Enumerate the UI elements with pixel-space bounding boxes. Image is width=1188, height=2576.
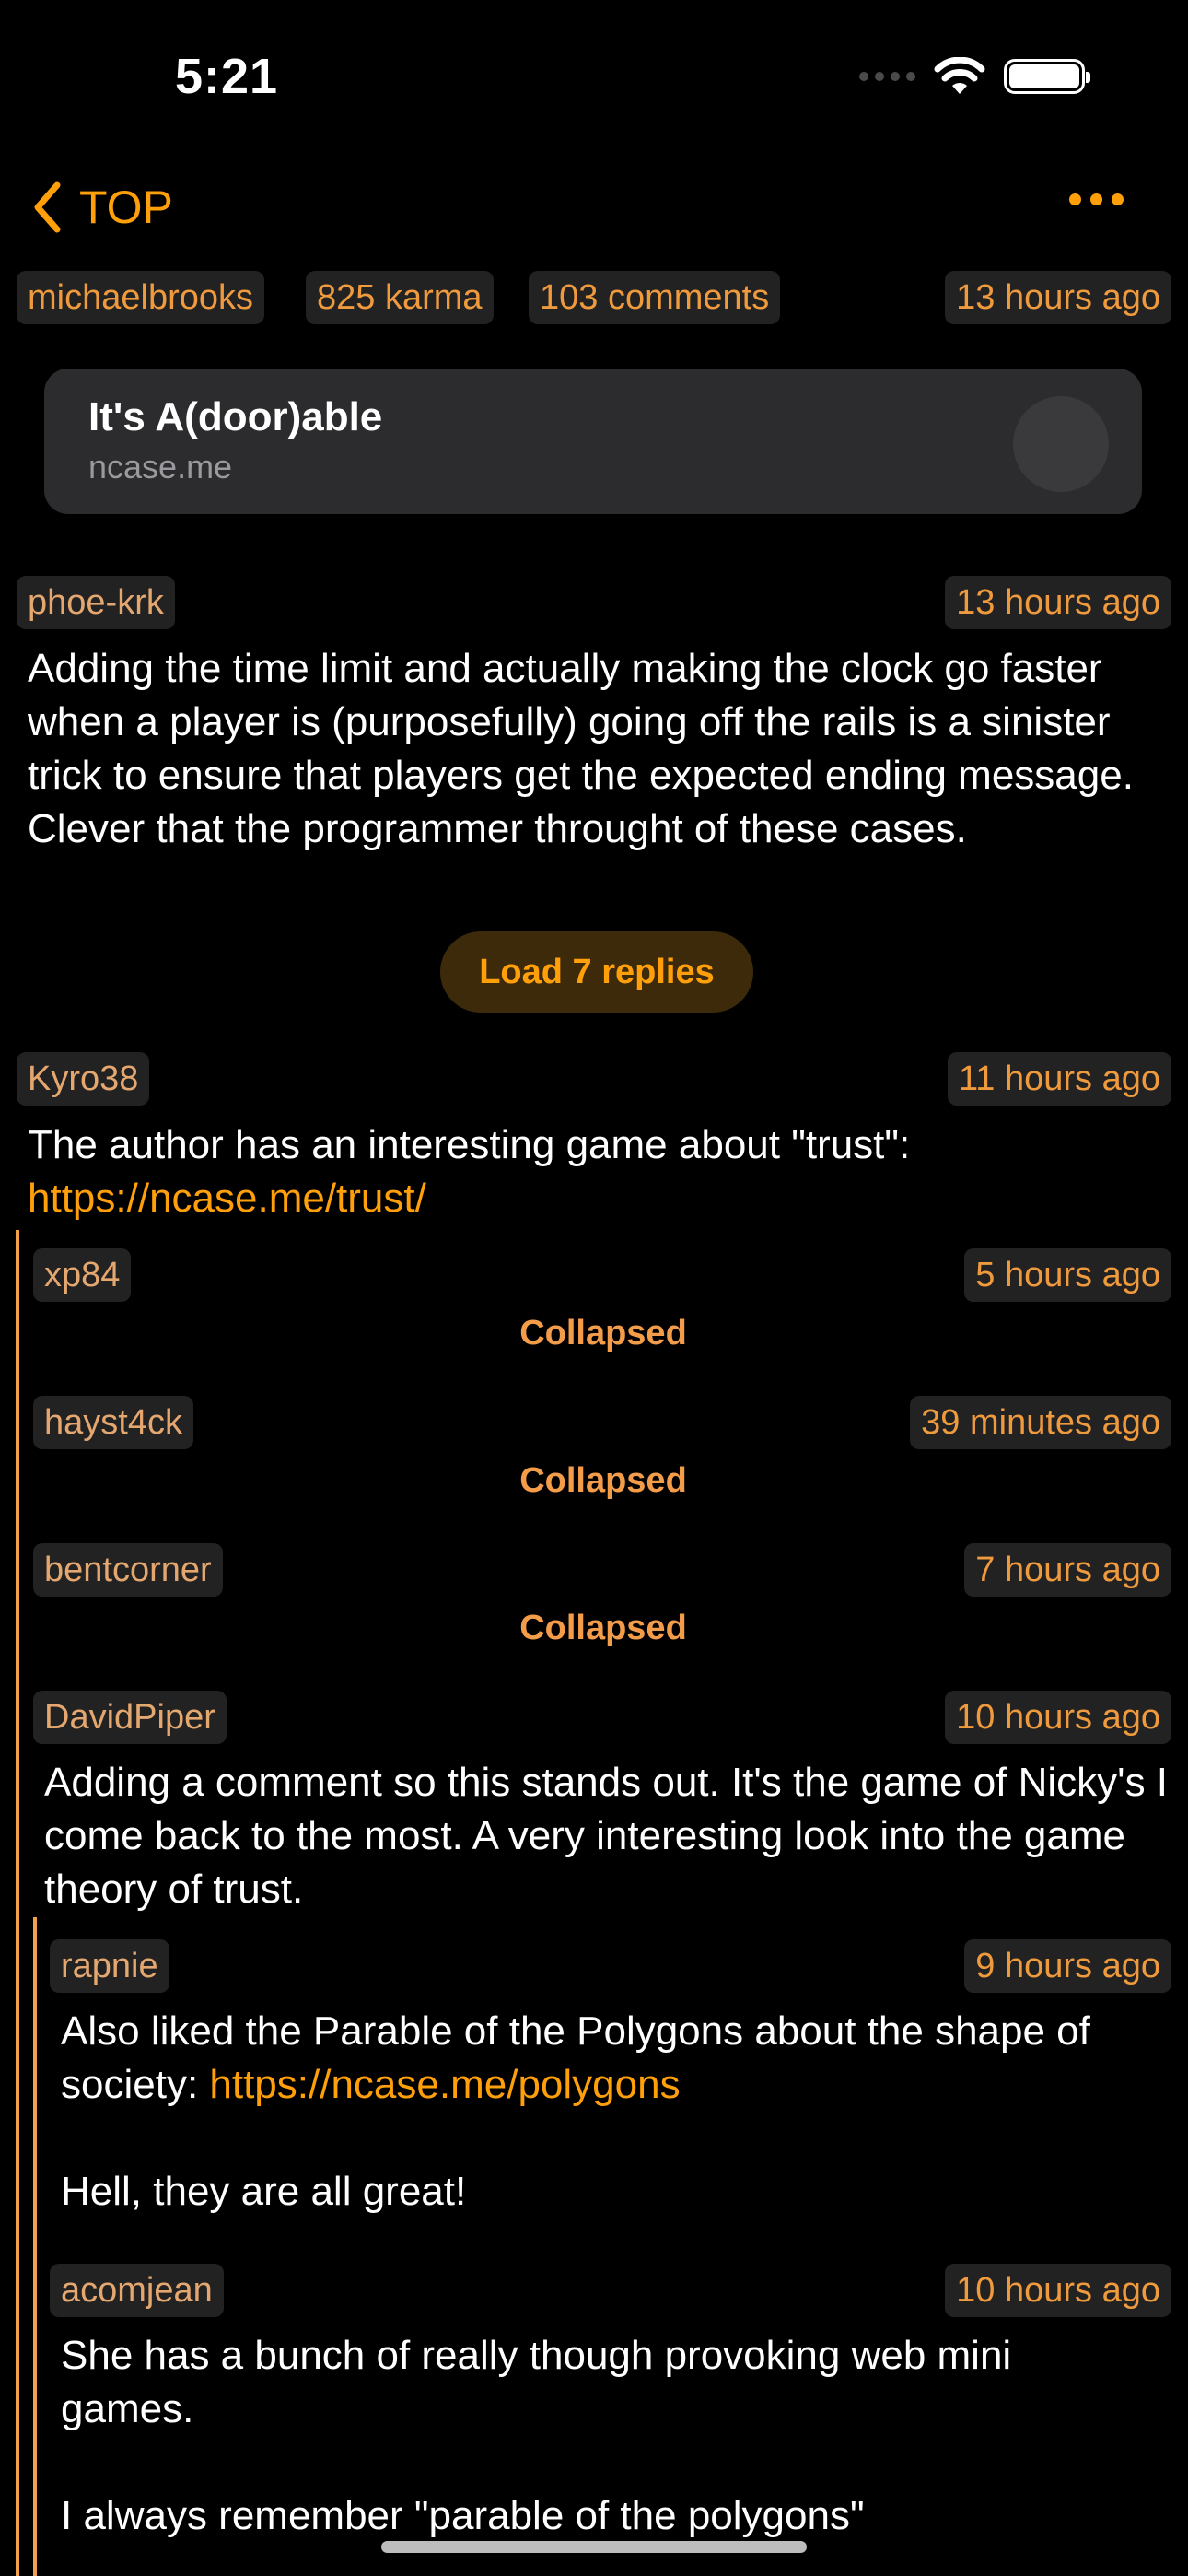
comment-author-chip[interactable]: xp84: [33, 1248, 132, 1302]
cellular-signal-icon: [859, 72, 915, 81]
comment-time-chip: 39 minutes ago: [910, 1396, 1171, 1449]
status-icons: [859, 57, 1090, 96]
comment-time-chip: 10 hours ago: [945, 1691, 1171, 1744]
home-indicator[interactable]: [381, 2541, 807, 2553]
comment-time-chip: 7 hours ago: [964, 1543, 1171, 1597]
comment-time-chip: 10 hours ago: [945, 2264, 1171, 2317]
thread-line: [16, 1230, 19, 2576]
collapsed-label[interactable]: Collapsed: [0, 1461, 1188, 1501]
more-options-icon[interactable]: [1069, 193, 1124, 205]
comment-time-chip: 13 hours ago: [945, 576, 1171, 629]
wifi-icon: [934, 57, 985, 94]
comment-text: Adding a comment so this stands out. It'…: [44, 1760, 1169, 1912]
post-comments-chip: 103 comments: [529, 271, 781, 324]
comment-time-chip: 9 hours ago: [964, 1939, 1171, 1993]
comment-author-chip[interactable]: bentcorner: [33, 1543, 223, 1597]
post-time-chip: 13 hours ago: [945, 271, 1171, 324]
comment-text: Adding the time limit and actually makin…: [28, 646, 1134, 851]
link-thumbnail: [1013, 396, 1109, 492]
status-time: 5:21: [175, 49, 279, 104]
thread-line: [33, 1917, 37, 2576]
comment-author-chip[interactable]: phoe-krk: [17, 576, 175, 629]
comment-author-chip[interactable]: rapnie: [50, 1939, 169, 1993]
link-domain: ncase.me: [88, 448, 233, 486]
collapsed-label[interactable]: Collapsed: [0, 1609, 1188, 1648]
comment-author-chip[interactable]: hayst4ck: [33, 1396, 193, 1449]
back-label: TOP: [79, 181, 173, 233]
battery-icon: [1004, 59, 1090, 94]
comment-text: Also liked the Parable of the Polygons a…: [61, 2005, 1166, 2112]
comment-link[interactable]: https://ncase.me/trust/: [28, 1176, 426, 1221]
comment-text: I always remember "parable of the polygo…: [61, 2493, 865, 2538]
chevron-left-icon: [34, 181, 61, 233]
comment-text-prefix: The author has an interesting game about…: [28, 1122, 911, 1167]
comment-time-chip: 5 hours ago: [964, 1248, 1171, 1302]
load-replies-button[interactable]: Load 7 replies: [440, 931, 753, 1013]
collapsed-label[interactable]: Collapsed: [0, 1314, 1188, 1353]
comment-text: The author has an interesting game about…: [28, 1118, 1179, 1225]
post-author-chip[interactable]: michaelbrooks: [17, 271, 264, 324]
comment-time-chip: 11 hours ago: [947, 1052, 1171, 1106]
post-karma-chip: 825 karma: [306, 271, 494, 324]
link-title: It's A(door)able: [88, 394, 383, 439]
comment-link[interactable]: https://ncase.me/polygons: [209, 2062, 680, 2107]
comment-author-chip[interactable]: Kyro38: [17, 1052, 150, 1106]
back-button[interactable]: TOP: [31, 181, 173, 234]
comment-author-chip[interactable]: acomjean: [50, 2264, 224, 2317]
comment-text-suffix: Hell, they are all great!: [61, 2169, 467, 2214]
link-card[interactable]: It's A(door)able ncase.me: [44, 369, 1142, 514]
comment-text: She has a bunch of really though provoki…: [61, 2333, 1012, 2431]
comment-author-chip[interactable]: DavidPiper: [33, 1691, 227, 1744]
